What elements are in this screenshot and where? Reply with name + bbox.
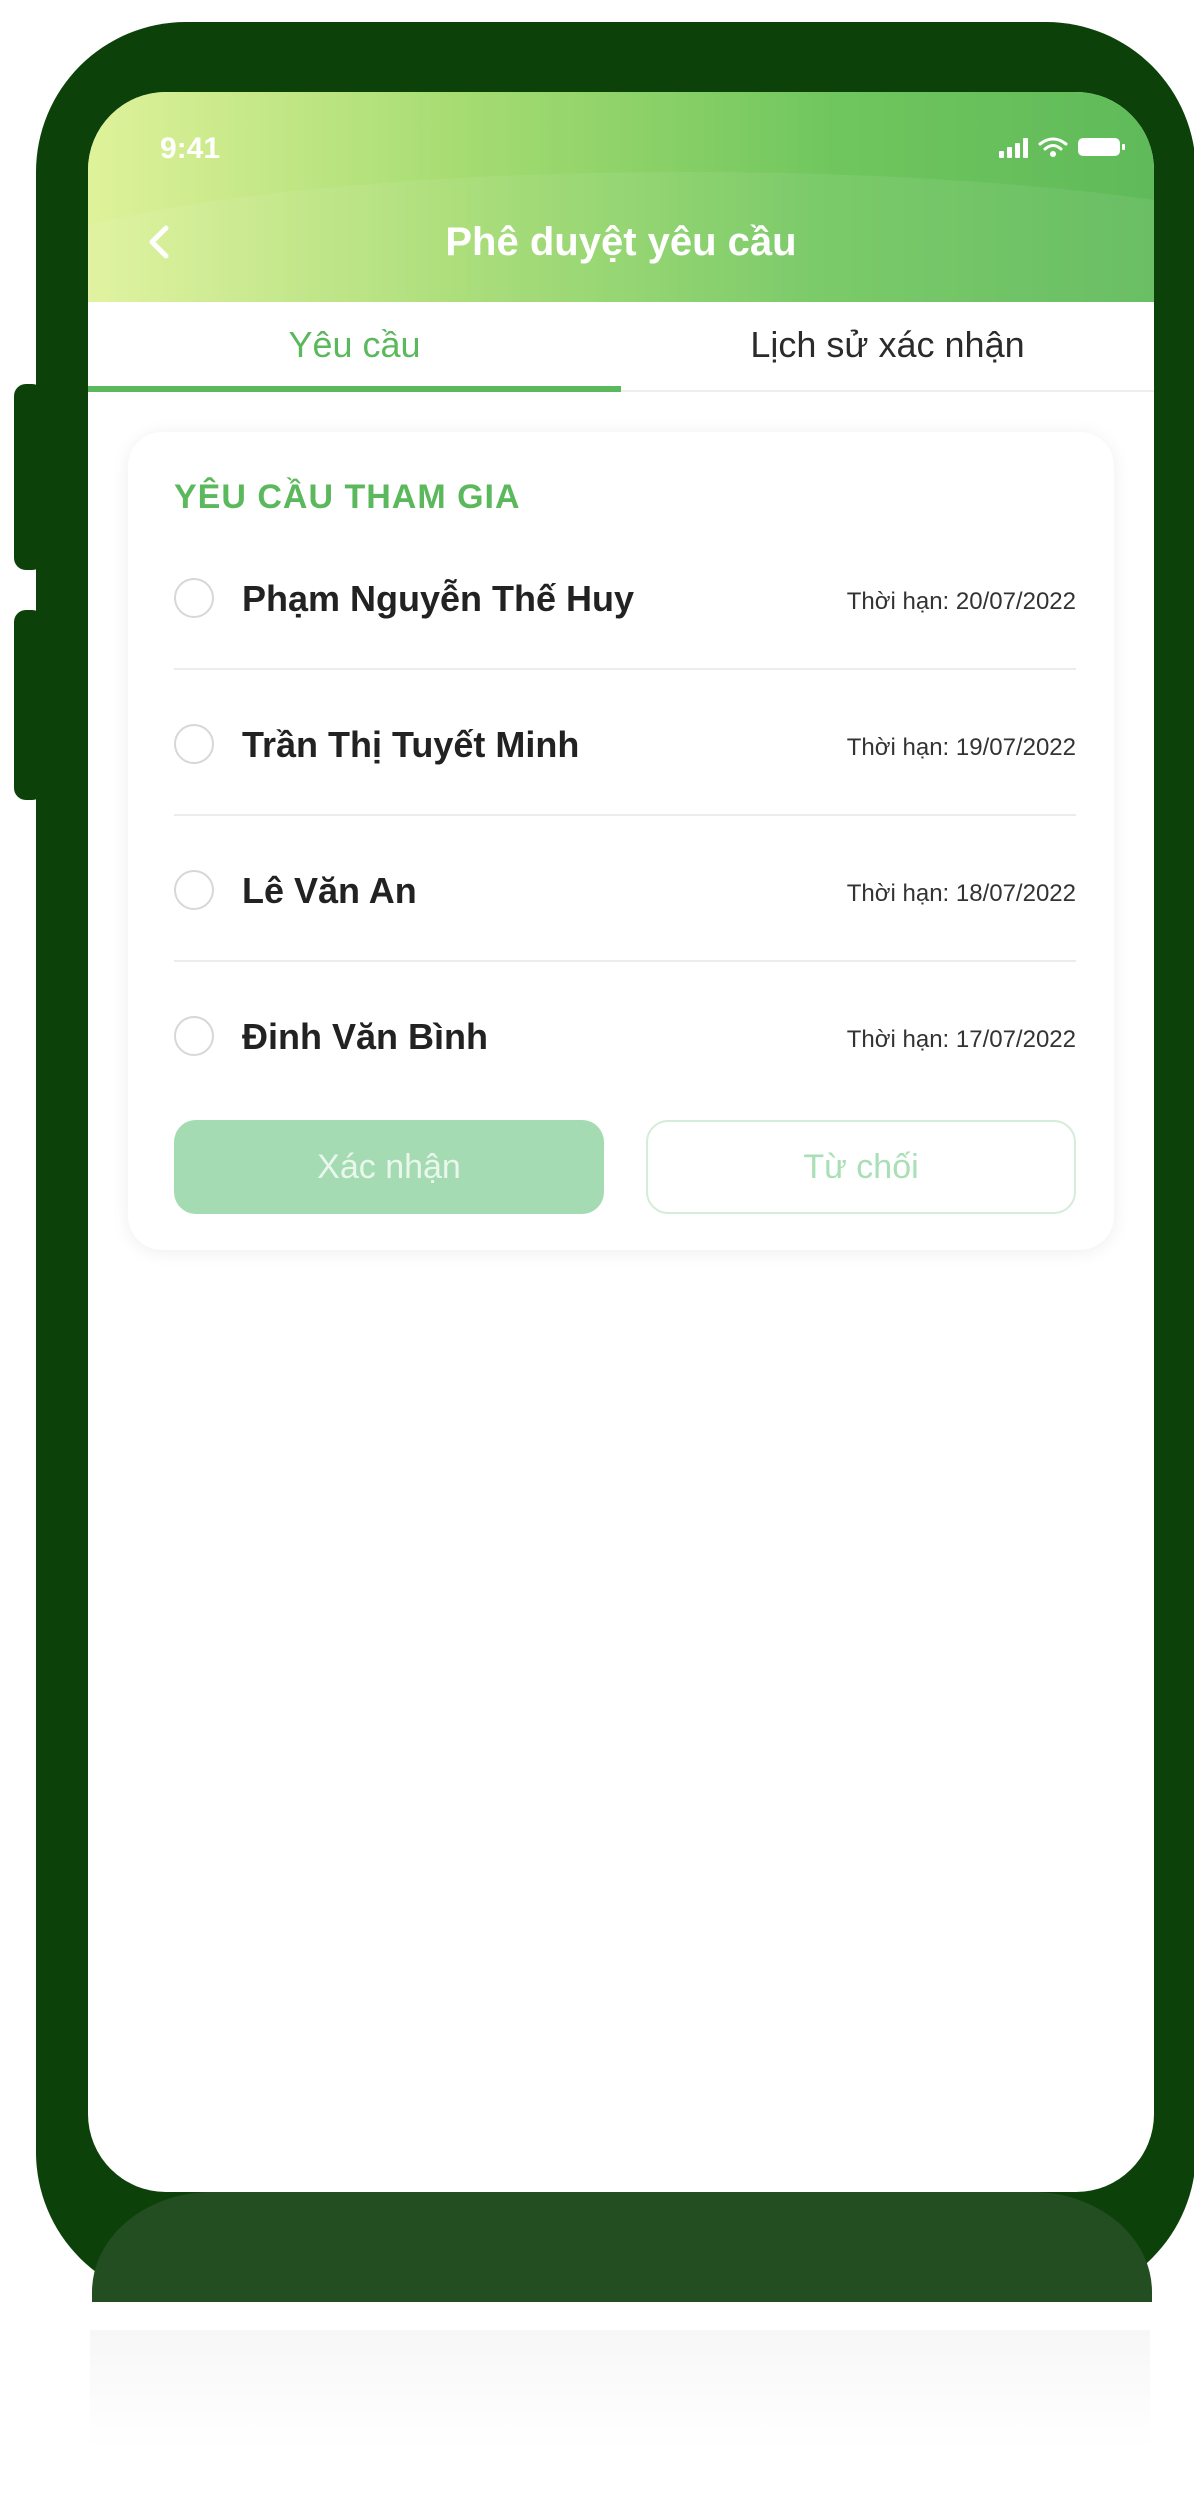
request-deadline: Thời hạn: 19/07/2022 — [846, 734, 1076, 761]
chevron-left-icon[interactable] — [140, 220, 180, 264]
requester-name: Lê Văn An — [242, 870, 417, 911]
request-deadline: Thời hạn: 20/07/2022 — [846, 588, 1076, 615]
request-checkbox[interactable] — [174, 578, 214, 618]
confirm-button[interactable]: Xác nhận — [174, 1120, 604, 1214]
requester-name: Phạm Nguyễn Thế Huy — [242, 578, 635, 619]
battery-icon — [1078, 138, 1125, 156]
request-deadline: Thời hạn: 18/07/2022 — [846, 880, 1076, 907]
request-deadline: Thời hạn: 17/07/2022 — [846, 1026, 1076, 1053]
signal-icon — [999, 136, 1028, 158]
app-header: 9:41 Phê duyệt yêu cầu — [88, 92, 1154, 392]
wifi-icon — [1038, 137, 1068, 157]
requests-card: YÊU CẦU THAM GIA Phạm Nguyễn Thế Huy Thờ… — [128, 432, 1114, 1250]
reject-button[interactable]: Từ chối — [646, 1120, 1076, 1214]
app-screen: 9:41 Phê duyệt yêu cầu Yêu cầu Lịch sử x… — [88, 92, 1154, 2192]
tab-confirmation-history[interactable]: Lịch sử xác nhận — [621, 302, 1154, 390]
requester-name: Đinh Văn Bình — [242, 1016, 488, 1057]
page-title: Phê duyệt yêu cầu — [445, 220, 797, 264]
phone-reflection — [90, 2330, 1150, 2450]
request-row: Phạm Nguyễn Thế Huy Thời hạn: 20/07/2022 — [174, 524, 1076, 670]
status-time: 9:41 — [160, 132, 221, 165]
request-row: Lê Văn An Thời hạn: 18/07/2022 — [174, 816, 1076, 962]
request-checkbox[interactable] — [174, 1016, 214, 1056]
status-icons — [999, 136, 1125, 158]
requester-name: Trần Thị Tuyết Minh — [242, 724, 580, 765]
phone-chin — [92, 2192, 1152, 2302]
request-row: Trần Thị Tuyết Minh Thời hạn: 19/07/2022 — [174, 670, 1076, 816]
section-title: YÊU CẦU THAM GIA — [174, 478, 521, 516]
tab-requests[interactable]: Yêu cầu — [88, 302, 621, 392]
tab-bar: Yêu cầu Lịch sử xác nhận — [88, 302, 1154, 392]
request-checkbox[interactable] — [174, 724, 214, 764]
request-checkbox[interactable] — [174, 870, 214, 910]
request-row: Đinh Văn Bình Thời hạn: 17/07/2022 — [174, 962, 1076, 1108]
